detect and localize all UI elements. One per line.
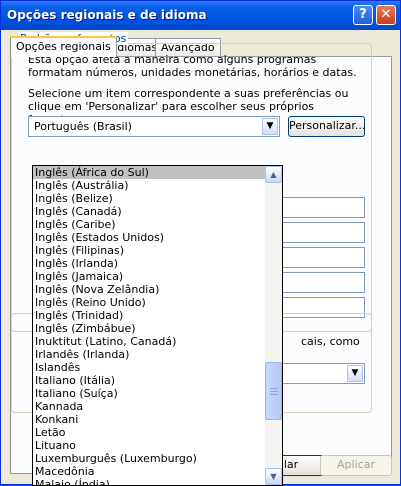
dropdown-option[interactable]: Inglês (Zimbábue) [33,322,265,335]
dropdown-option[interactable]: Inglês (Filipinas) [33,244,265,257]
apply-button[interactable]: Aplicar [320,455,392,476]
dropdown-option[interactable]: Inglês (Irlanda) [33,257,265,270]
down-arrow-icon[interactable]: ▼ [265,468,282,485]
dropdown-option[interactable]: Inglês (Trinidad) [33,309,265,322]
locale-select[interactable]: Português (Brasil) ▼ [28,116,280,137]
sample-currency-field [281,222,365,243]
dropdown-scrollbar[interactable]: ▲ ▼ [265,166,282,485]
dropdown-option[interactable]: Irlandês (Irlanda) [33,348,265,361]
customize-button[interactable]: Personalizar... [288,116,365,137]
dropdown-option[interactable]: Islandês [33,361,265,374]
dropdown-option[interactable]: Macedônia [33,465,265,478]
dropdown-option[interactable]: Inglês (Austrália) [33,179,265,192]
help-button[interactable]: ? [353,5,373,25]
dropdown-option[interactable]: Luxemburguês (Luxemburgo) [33,452,265,465]
dropdown-option[interactable]: Italiano (Suíça) [33,387,265,400]
scrollbar-thumb[interactable] [265,362,282,420]
chevron-down-icon[interactable]: ▼ [347,365,363,382]
dialog-window: Opções regionais e de idioma ? ✕ Opções … [0,0,401,486]
close-button[interactable]: ✕ [376,5,396,25]
dropdown-option[interactable]: Inglês (África do Sul) [33,166,265,179]
dropdown-option[interactable]: Inglês (Caribe) [33,218,265,231]
dropdown-option[interactable]: Inglês (Belize) [33,192,265,205]
grip-line [270,391,278,392]
dropdown-option[interactable]: Inglês (Canadá) [33,205,265,218]
sample-number-field [281,197,365,218]
dropdown-option[interactable]: Inglês (Jamaica) [33,270,265,283]
window-title: Opções regionais e de idioma [7,8,207,22]
dropdown-option[interactable]: Kannada [33,400,265,413]
locale-dropdown-list[interactable]: Inglês (África do Sul) Inglês (Austrália)… [32,165,283,486]
dropdown-option[interactable]: Letão [33,426,265,439]
dropdown-option[interactable]: Inglês (Reino Unido) [33,296,265,309]
chevron-down-icon[interactable]: ▼ [262,118,278,135]
dropdown-option[interactable]: Inglês (Nova Zelândia) [33,283,265,296]
tab-opcoes-regionais[interactable]: Opções regionais [10,36,117,57]
dropdown-option[interactable]: Inuktitut (Latino, Canadá) [33,335,265,348]
dropdown-option[interactable]: Italiano (Itália) [33,374,265,387]
location-description: cais, como [301,335,360,348]
sample-time-field [281,247,365,268]
up-arrow-icon[interactable]: ▲ [265,166,282,183]
grip-line [270,394,278,395]
grip-line [270,388,278,389]
dropdown-option[interactable]: Konkani [33,413,265,426]
title-bar[interactable]: Opções regionais e de idioma ? ✕ [1,1,400,30]
dropdown-option[interactable]: Lituano [33,439,265,452]
sample-short-date-field [281,272,365,293]
locale-options: Inglês (África do Sul) Inglês (Austrália)… [33,166,265,485]
locale-select-value: Português (Brasil) [34,120,132,133]
dropdown-option[interactable]: Inglês (Estados Unidos) [33,231,265,244]
location-select[interactable]: ▼ [281,363,365,384]
